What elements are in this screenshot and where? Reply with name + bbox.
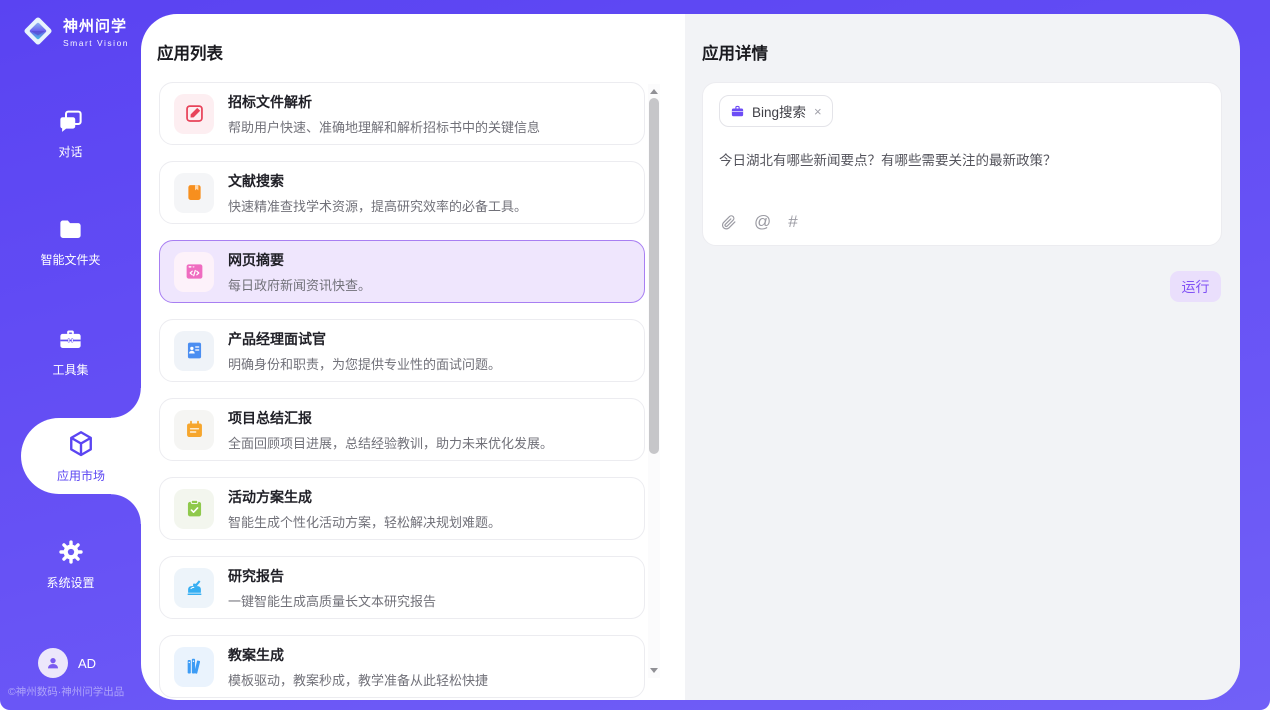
- brand-name: 神州问学: [63, 15, 129, 36]
- app-list-title: 应用列表: [157, 40, 223, 64]
- sidebar: 神州问学 Smart Vision 对话 智能文件夹: [0, 0, 141, 710]
- interview-doc-icon: [174, 331, 214, 371]
- app-item-title: 教案生成: [228, 645, 488, 665]
- user-name: AD: [78, 656, 96, 671]
- app-item-title: 项目总结汇报: [228, 408, 553, 428]
- toolbox-icon: [57, 326, 84, 353]
- sidebar-item-label: 对话: [58, 143, 82, 160]
- sidebar-item-label: 工具集: [52, 361, 88, 378]
- app-item-web-summary[interactable]: 网页摘要 每日政府新闻资讯快查。: [159, 240, 645, 303]
- app-item-text: 项目总结汇报 全面回顾项目进展，总结经验教训，助力未来优化发展。: [228, 408, 553, 452]
- sidebar-item-settings[interactable]: 系统设置: [0, 538, 141, 591]
- app-item-text: 研究报告 一键智能生成高质量长文本研究报告: [228, 566, 436, 610]
- app-item-event-plan[interactable]: 活动方案生成 智能生成个性化活动方案，轻松解决规划难题。: [159, 477, 645, 540]
- app-item-desc: 明确身份和职责，为您提供专业性的面试问题。: [228, 354, 501, 373]
- app-item-desc: 每日政府新闻资讯快查。: [228, 275, 371, 294]
- app-item-title: 研究报告: [228, 566, 436, 586]
- avatar: [38, 648, 68, 678]
- app-item-text: 产品经理面试官 明确身份和职责，为您提供专业性的面试问题。: [228, 329, 501, 373]
- app-item-desc: 模板驱动，教案秒成，教学准备从此轻松快捷: [228, 670, 488, 689]
- copyright: ©神州数码·神州问学出品: [8, 684, 141, 699]
- books-icon: [174, 647, 214, 687]
- user-account[interactable]: AD: [38, 648, 96, 678]
- app-item-literature-search[interactable]: 文献搜索 快速精准查找学术资源，提高研究效率的必备工具。: [159, 161, 645, 224]
- chat-icon: [57, 108, 84, 135]
- paperclip-icon[interactable]: [720, 214, 737, 231]
- gear-icon: [57, 538, 85, 566]
- browser-code-icon: [174, 252, 214, 292]
- app-item-pm-interviewer[interactable]: 产品经理面试官 明确身份和职责，为您提供专业性的面试问题。: [159, 319, 645, 382]
- scrollbar[interactable]: [648, 84, 660, 678]
- app-item-text: 活动方案生成 智能生成个性化活动方案，轻松解决规划难题。: [228, 487, 501, 531]
- cube-icon: [66, 429, 96, 459]
- sidebar-item-label: 系统设置: [46, 574, 94, 591]
- brand-text: 神州问学 Smart Vision: [63, 15, 129, 48]
- app-window: 神州问学 Smart Vision 对话 智能文件夹: [0, 0, 1270, 710]
- mention-icon[interactable]: @: [754, 212, 771, 232]
- book-icon: [174, 173, 214, 213]
- scroll-down-icon[interactable]: [650, 668, 658, 673]
- prompt-input[interactable]: 今日湖北有哪些新闻要点？有哪些需要关注的最新政策？: [719, 151, 1205, 171]
- brand-subtitle: Smart Vision: [63, 38, 129, 48]
- doc-edit-icon: [174, 94, 214, 134]
- app-item-lesson-plan[interactable]: 教案生成 模板驱动，教案秒成，教学准备从此轻松快捷: [159, 635, 645, 698]
- app-list: 招标文件解析 帮助用户快速、准确地理解和解析招标书中的关键信息 文献搜索 快速精…: [159, 82, 645, 700]
- sidebar-item-app-market[interactable]: 应用市场: [21, 418, 141, 494]
- user-icon: [45, 655, 61, 671]
- sidebar-item-smart-folder[interactable]: 智能文件夹: [0, 216, 141, 268]
- app-list-panel: 应用列表 招标文件解析 帮助用户快速、准确地理解和解析招标书中的关键信息: [141, 14, 685, 700]
- app-item-desc: 智能生成个性化活动方案，轻松解决规划难题。: [228, 512, 501, 531]
- prompt-toolbar: @ #: [720, 212, 815, 232]
- logo-diamond-icon: [20, 13, 56, 49]
- briefcase-icon: [730, 104, 745, 119]
- app-item-title: 招标文件解析: [228, 92, 540, 112]
- sidebar-item-label: 智能文件夹: [40, 251, 100, 268]
- app-item-desc: 全面回顾项目进展，总结经验教训，助力未来优化发展。: [228, 433, 553, 452]
- app-item-bid-analysis[interactable]: 招标文件解析 帮助用户快速、准确地理解和解析招标书中的关键信息: [159, 82, 645, 145]
- main-content: 应用列表 招标文件解析 帮助用户快速、准确地理解和解析招标书中的关键信息: [141, 14, 1240, 700]
- app-item-desc: 快速精准查找学术资源，提高研究效率的必备工具。: [228, 196, 527, 215]
- app-item-text: 文献搜索 快速精准查找学术资源，提高研究效率的必备工具。: [228, 171, 527, 215]
- sidebar-item-chat[interactable]: 对话: [0, 108, 141, 160]
- sidebar-item-toolset[interactable]: 工具集: [0, 326, 141, 378]
- tool-chip-label: Bing搜索: [752, 101, 806, 121]
- tool-chip-bing-search[interactable]: Bing搜索 ×: [719, 95, 833, 127]
- scrollbar-thumb[interactable]: [649, 98, 659, 454]
- folder-icon: [57, 216, 84, 243]
- app-item-text: 网页摘要 每日政府新闻资讯快查。: [228, 250, 371, 294]
- ink-report-icon: [174, 568, 214, 608]
- scroll-up-icon[interactable]: [650, 89, 658, 94]
- clipboard-check-icon: [174, 489, 214, 529]
- app-detail-title: 应用详情: [702, 40, 768, 64]
- app-detail-panel: 应用详情 Bing搜索 × 今日湖北有哪些新闻要点？有哪些需要关注的最新政策？: [685, 14, 1240, 700]
- chip-close-icon[interactable]: ×: [814, 105, 822, 118]
- prompt-card: Bing搜索 × 今日湖北有哪些新闻要点？有哪些需要关注的最新政策？ @ #: [702, 82, 1222, 246]
- app-item-text: 教案生成 模板驱动，教案秒成，教学准备从此轻松快捷: [228, 645, 488, 689]
- app-item-title: 文献搜索: [228, 171, 527, 191]
- hash-icon[interactable]: #: [788, 212, 797, 232]
- sidebar-item-label: 应用市场: [57, 467, 105, 484]
- run-button[interactable]: 运行: [1170, 271, 1221, 302]
- app-item-research-report[interactable]: 研究报告 一键智能生成高质量长文本研究报告: [159, 556, 645, 619]
- app-item-desc: 一键智能生成高质量长文本研究报告: [228, 591, 436, 610]
- calendar-note-icon: [174, 410, 214, 450]
- app-item-desc: 帮助用户快速、准确地理解和解析招标书中的关键信息: [228, 117, 540, 136]
- app-item-title: 活动方案生成: [228, 487, 501, 507]
- app-item-title: 产品经理面试官: [228, 329, 501, 349]
- app-item-project-summary[interactable]: 项目总结汇报 全面回顾项目进展，总结经验教训，助力未来优化发展。: [159, 398, 645, 461]
- brand-logo: 神州问学 Smart Vision: [20, 13, 129, 49]
- app-item-title: 网页摘要: [228, 250, 371, 270]
- app-item-text: 招标文件解析 帮助用户快速、准确地理解和解析招标书中的关键信息: [228, 92, 540, 136]
